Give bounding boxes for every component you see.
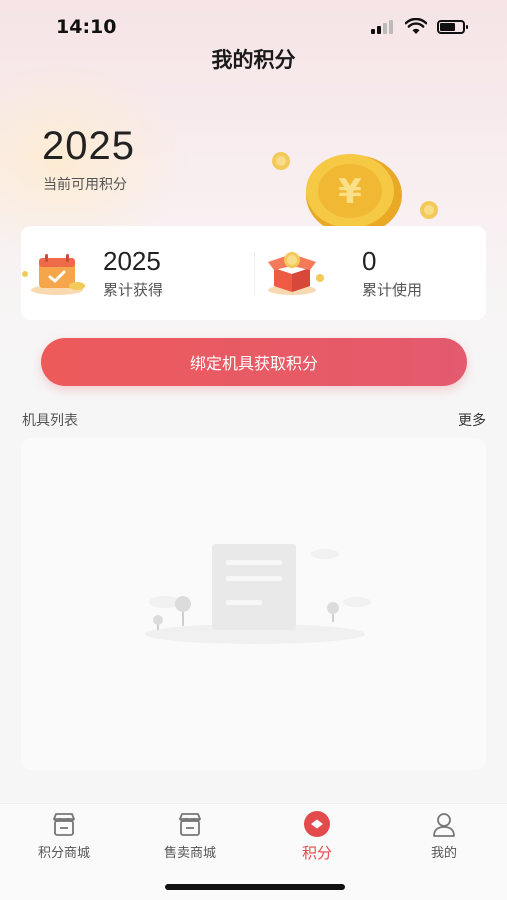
earned-points-value: 2025 <box>103 246 161 276</box>
device-list <box>21 438 486 770</box>
tab-points[interactable]: 积分 <box>267 810 367 870</box>
wifi-icon <box>405 18 427 34</box>
tab-label: 积分商城 <box>37 846 90 861</box>
store-icon <box>53 813 75 836</box>
tab-points-mall[interactable]: 积分商城 <box>14 810 114 870</box>
calendar-gift-icon <box>22 254 85 295</box>
bind-device-button[interactable]: 绑定机具获取积分 <box>41 338 467 386</box>
battery-icon <box>437 20 468 34</box>
shop-icon <box>179 813 201 836</box>
points-icon <box>304 811 330 837</box>
available-points-value: 2025 <box>42 124 135 168</box>
earned-stat: 2025 累计获得 <box>21 226 254 320</box>
profile-icon <box>433 813 455 837</box>
used-points-value: 0 <box>362 246 377 276</box>
earned-points-label: 累计获得 <box>103 281 164 299</box>
used-points-label: 累计使用 <box>362 281 423 299</box>
page-title: 我的积分 <box>211 48 296 72</box>
tab-label: 积分 <box>301 844 332 862</box>
gift-box-icon <box>268 252 324 295</box>
status-time: 14:10 <box>56 16 117 38</box>
points-stats-card: 2025 累计获得 0 累计使用 <box>21 226 486 320</box>
tab-label: 我的 <box>430 846 457 861</box>
device-list-title: 机具列表 <box>22 413 78 429</box>
points-screen: 14:10 我的积分 2025 当前可用积分 ¥ 2025 累计获得 0 累计使… <box>0 0 507 900</box>
cellular-signal-icon <box>371 20 395 34</box>
tab-profile[interactable]: 我的 <box>394 810 494 870</box>
available-points-label: 当前可用积分 <box>43 177 127 193</box>
empty-state-illustration <box>145 544 371 644</box>
device-list-more-link[interactable]: 更多 <box>458 410 486 430</box>
tab-sales-mall[interactable]: 售卖商城 <box>140 810 240 870</box>
used-stat: 0 累计使用 <box>254 226 486 320</box>
svg-text:¥: ¥ <box>338 172 362 212</box>
tab-label: 售卖商城 <box>163 846 216 861</box>
home-indicator <box>165 884 345 890</box>
